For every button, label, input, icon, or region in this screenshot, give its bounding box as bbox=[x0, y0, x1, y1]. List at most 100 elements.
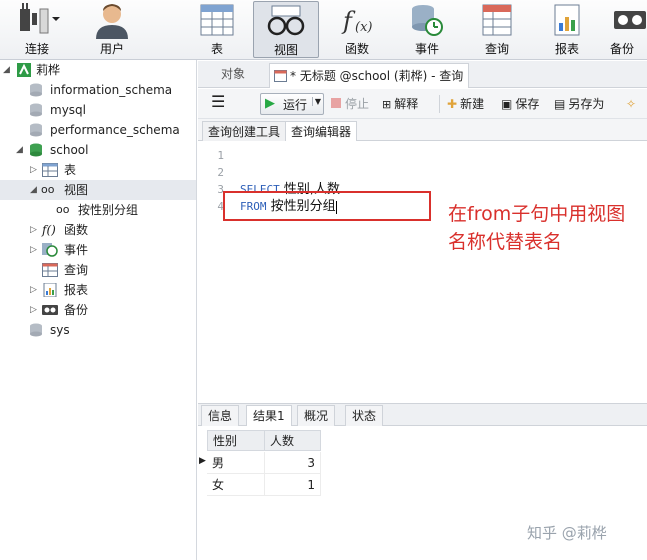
run-label: 运行 bbox=[283, 98, 308, 112]
save-as-button[interactable]: ▤ 另存为 bbox=[554, 94, 604, 114]
line-number-gutter: 1 2 3 4 bbox=[198, 141, 228, 403]
table-icon bbox=[200, 4, 234, 36]
sidebar-item-queries[interactable]: 查询 bbox=[0, 260, 196, 280]
save-as-icon: ▤ bbox=[554, 97, 566, 111]
db-item-sys[interactable]: sys bbox=[0, 320, 196, 340]
sidebar-item-backups[interactable]: ▷ 备份 bbox=[0, 300, 196, 320]
run-button[interactable]: ▶ 运行 ▼ bbox=[260, 93, 324, 115]
save-icon: ▣ bbox=[501, 97, 513, 111]
new-icon: ✚ bbox=[447, 97, 458, 111]
tab-query-builder[interactable]: 查询创建工具 bbox=[202, 121, 287, 141]
sidebar-item-events[interactable]: ▷ 事件 bbox=[0, 240, 196, 260]
save-button[interactable]: ▣ 保存 bbox=[501, 94, 539, 114]
sql-editor[interactable]: 1 2 3 4 SELECT 性别,人数 FROM 按性别分组 bbox=[198, 141, 647, 403]
expand-arrow-icon[interactable]: ◢ bbox=[16, 140, 23, 160]
svg-text:f: f bbox=[341, 7, 356, 35]
report-button[interactable]: 报表 bbox=[534, 1, 600, 58]
db-item-performance-schema[interactable]: performance_schema bbox=[0, 120, 196, 140]
event-label: 事件 bbox=[414, 42, 439, 56]
main-toolbar: 连接 用户 表 视图 f (x) 函数 事件 查询 报表 备份 bbox=[0, 0, 647, 60]
stop-button[interactable]: 停止 bbox=[331, 94, 369, 114]
sidebar-item-view-gender-group[interactable]: oo 按性别分组 bbox=[0, 200, 196, 220]
sidebar-item-label: 备份 bbox=[64, 303, 89, 317]
highlight-box bbox=[223, 191, 431, 221]
stop-label: 停止 bbox=[345, 97, 370, 111]
column-header[interactable]: 人数 bbox=[264, 430, 321, 451]
play-icon: ▶ bbox=[265, 96, 275, 111]
query-icon bbox=[482, 4, 512, 36]
database-open-icon bbox=[30, 143, 42, 157]
sidebar-item-label: 函数 bbox=[64, 223, 89, 237]
tab-status[interactable]: 状态 bbox=[345, 405, 384, 426]
sidebar-item-functions[interactable]: ▷ f() 函数 bbox=[0, 220, 196, 240]
tab-query-label: * 无标题 @school (莉桦) - 查询 bbox=[290, 69, 464, 83]
db-label: sys bbox=[50, 323, 70, 337]
connect-label: 连接 bbox=[24, 42, 49, 56]
annotation-text: 在from子句中用视图名称代替表名 bbox=[448, 203, 626, 253]
watermark-text: 知乎 @莉桦 bbox=[527, 524, 607, 542]
db-item-school[interactable]: ◢ school bbox=[0, 140, 196, 160]
sidebar-item-views[interactable]: ◢ oo 视图 bbox=[0, 180, 196, 200]
beautify-icon[interactable]: ✧ bbox=[626, 94, 636, 114]
connect-button[interactable]: 连接 bbox=[4, 1, 70, 58]
collapse-arrow-icon[interactable]: ▷ bbox=[30, 220, 37, 240]
new-button[interactable]: ✚ 新建 bbox=[447, 94, 484, 114]
table-cell[interactable]: 3 bbox=[264, 452, 321, 474]
function-button[interactable]: f (x) 函数 bbox=[324, 1, 390, 58]
sidebar-item-tables[interactable]: ▷ 表 bbox=[0, 160, 196, 180]
expand-arrow-icon[interactable]: ◢ bbox=[30, 180, 37, 200]
event-icon bbox=[412, 5, 443, 36]
database-icon bbox=[30, 103, 42, 117]
table-cell[interactable]: 女 bbox=[207, 474, 265, 496]
tab-query-editor[interactable]: 查询编辑器 bbox=[285, 121, 358, 141]
collapse-arrow-icon[interactable]: ▷ bbox=[30, 240, 37, 260]
user-button[interactable]: 用户 bbox=[79, 1, 145, 58]
backup-button[interactable]: 备份 bbox=[604, 1, 647, 58]
tab-info[interactable]: 信息 bbox=[201, 405, 240, 426]
sidebar-item-label: 按性别分组 bbox=[78, 203, 139, 217]
document-tabs: 对象 * 无标题 @school (莉桦) - 查询 bbox=[198, 61, 647, 88]
result-tabs: 信息 结果1 概况 状态 bbox=[198, 403, 647, 426]
query-button[interactable]: 查询 bbox=[464, 1, 530, 58]
collapse-arrow-icon[interactable]: ▷ bbox=[30, 160, 37, 180]
tab-objects[interactable]: 对象 bbox=[198, 61, 268, 88]
table-cell[interactable]: 1 bbox=[264, 474, 321, 496]
expand-arrow-icon[interactable]: ◢ bbox=[3, 60, 10, 80]
connection-icon bbox=[17, 63, 31, 77]
db-item-information-schema[interactable]: information_schema bbox=[0, 80, 196, 100]
db-item-mysql[interactable]: mysql bbox=[0, 100, 196, 120]
table-label: 表 bbox=[210, 42, 223, 56]
chevron-down-icon[interactable]: ▼ bbox=[311, 97, 321, 106]
explain-icon: ⊞ bbox=[382, 98, 392, 111]
event-button[interactable]: 事件 bbox=[394, 1, 460, 58]
report-label: 报表 bbox=[554, 42, 579, 56]
sidebar-item-label: 事件 bbox=[64, 243, 89, 257]
table-cell[interactable]: 男 bbox=[207, 452, 265, 474]
backup-icon bbox=[42, 305, 58, 315]
sidebar-item-reports[interactable]: ▷ 报表 bbox=[0, 280, 196, 300]
connection-label: 莉桦 bbox=[36, 63, 61, 77]
collapse-arrow-icon[interactable]: ▷ bbox=[30, 280, 37, 300]
query-label: 查询 bbox=[484, 42, 509, 56]
view-button[interactable]: 视图 bbox=[253, 1, 319, 58]
stop-icon bbox=[331, 98, 341, 108]
database-icon bbox=[30, 83, 42, 97]
sidebar-item-label: 报表 bbox=[64, 283, 89, 297]
database-icon bbox=[30, 323, 42, 337]
sidebar-item-label: 查询 bbox=[64, 263, 89, 277]
tab-result-1[interactable]: 结果1 bbox=[246, 405, 292, 426]
connection-node[interactable]: ◢ 莉桦 bbox=[0, 60, 196, 80]
column-header[interactable]: 性别 bbox=[207, 430, 265, 451]
function-icon: f (x) bbox=[341, 7, 372, 35]
new-label: 新建 bbox=[460, 97, 485, 111]
menu-icon[interactable]: ☰ bbox=[211, 92, 225, 112]
row-pointer-icon: ▶ bbox=[199, 456, 206, 466]
table-button[interactable]: 表 bbox=[184, 1, 250, 58]
sidebar-item-label: 表 bbox=[64, 163, 77, 177]
collapse-arrow-icon[interactable]: ▷ bbox=[30, 300, 37, 320]
tab-query[interactable]: * 无标题 @school (莉桦) - 查询 bbox=[269, 63, 469, 88]
line-number: 1 bbox=[217, 149, 224, 162]
backup-label: 备份 bbox=[610, 42, 635, 56]
tab-profile[interactable]: 概况 bbox=[297, 405, 336, 426]
explain-button[interactable]: ⊞ 解释 bbox=[382, 94, 418, 114]
